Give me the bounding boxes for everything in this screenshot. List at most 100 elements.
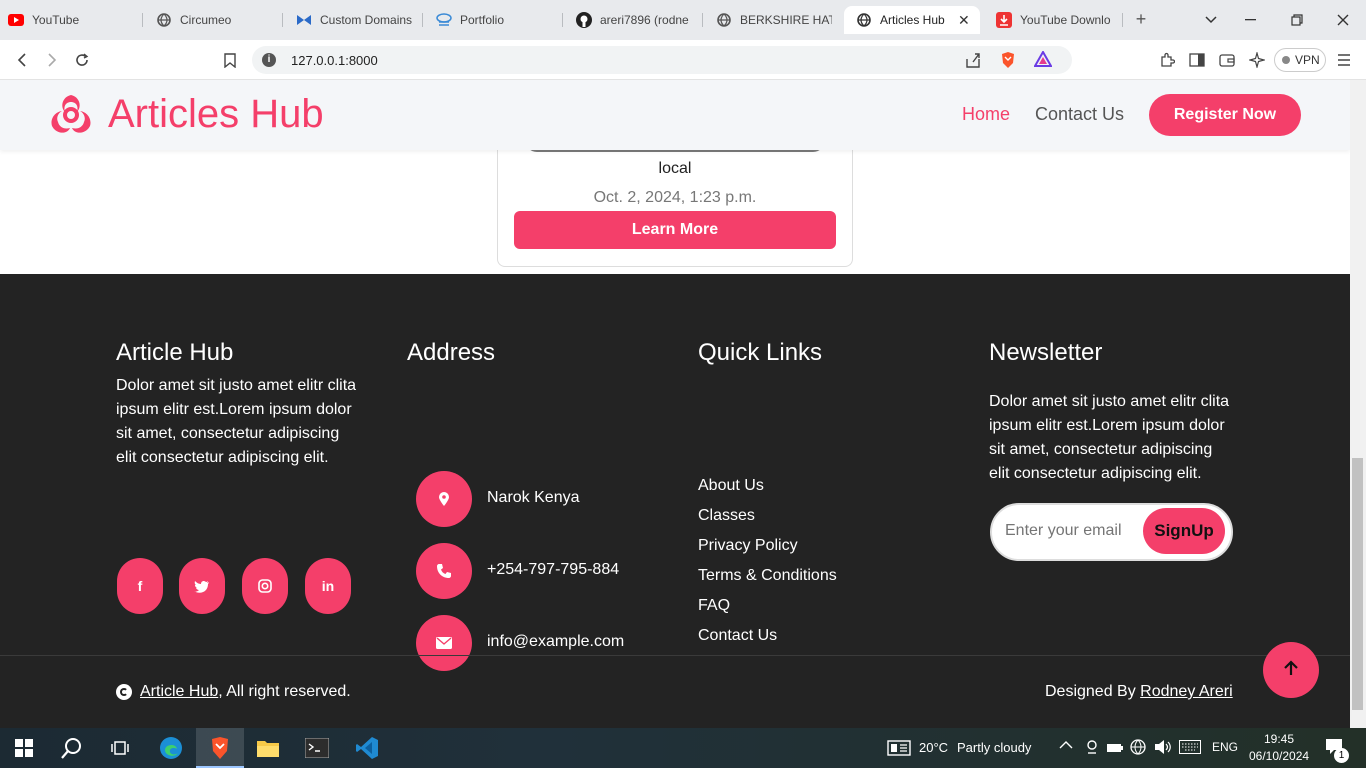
phone-icon [416,543,472,599]
tab-berkshire[interactable]: BERKSHIRE HATH [716,6,832,34]
nav-home-link[interactable]: Home [962,104,1010,125]
footer-phone: +254-797-795-884 [487,561,620,578]
clock-time[interactable]: 19:45 [1264,732,1294,746]
tab-label: BERKSHIRE HATH [740,13,832,27]
brand-title[interactable]: Articles Hub [108,92,324,137]
info-icon[interactable]: i [262,53,276,67]
quicklink-terms[interactable]: Terms & Conditions [698,567,837,585]
camera-mic-icon[interactable] [1085,739,1099,758]
tab-github[interactable]: areri7896 (rodne [576,6,692,34]
tab-strip: YouTube Circumeo Custom Domains Portfoli… [0,0,1366,40]
search-icon[interactable] [60,736,84,760]
globe-icon [856,12,872,28]
keyboard-icon[interactable] [1179,740,1201,757]
register-now-button[interactable]: Register Now [1149,94,1301,136]
reload-icon[interactable] [72,50,92,70]
tab-youtube-downloader[interactable]: YouTube Downlo [996,6,1112,34]
custom-domains-icon [296,12,312,28]
brave-browser-icon[interactable] [208,736,232,760]
quicklink-contact-us[interactable]: Contact Us [698,627,777,645]
forward-icon[interactable] [42,50,62,70]
tab-circumeo[interactable]: Circumeo [156,6,284,34]
menu-icon[interactable] [1334,50,1354,70]
address-bar[interactable]: i 127.0.0.1:8000 [252,46,1072,74]
bookmark-icon[interactable] [220,50,240,70]
signup-button[interactable]: SignUp [1143,508,1225,554]
back-to-top-button[interactable] [1263,642,1319,698]
weather-desc[interactable]: Partly cloudy [957,740,1031,755]
file-explorer-icon[interactable] [256,736,280,760]
close-window-icon[interactable] [1333,10,1353,30]
youtube-icon [8,12,24,28]
back-icon[interactable] [12,50,32,70]
share-icon[interactable] [964,51,982,74]
new-tab-icon[interactable]: + [1131,9,1151,29]
vpn-button[interactable]: VPN [1274,48,1326,72]
extensions-icon[interactable] [1157,50,1177,70]
tab-label: YouTube Downlo [1020,13,1111,27]
restore-icon[interactable] [1287,10,1307,30]
chevron-up-icon[interactable] [1059,738,1073,753]
leo-ai-icon[interactable] [1247,50,1267,70]
quicklink-classes[interactable]: Classes [698,507,755,525]
article-author: local [658,160,692,177]
battery-icon[interactable] [1107,741,1123,756]
close-tab-icon[interactable]: ✕ [958,12,970,29]
nav-contact-link[interactable]: Contact Us [1035,104,1124,125]
quicklink-faq[interactable]: FAQ [698,597,730,615]
scrollbar-thumb[interactable] [1352,458,1363,710]
footer-email: info@example.com [487,633,625,650]
footer-about-title: Article Hub [116,339,234,366]
arrow-up-icon [1284,659,1298,681]
tab-label: Circumeo [180,13,232,27]
quicklink-privacy-policy[interactable]: Privacy Policy [698,537,798,555]
copyright: Article Hub , All right reserved. [116,683,351,701]
footer-location: Narok Kenya [487,489,580,506]
copyright-link[interactable]: Article Hub [140,683,218,701]
biohazard-logo-icon[interactable] [48,93,94,142]
windows-start-icon[interactable] [12,736,36,760]
text-line: ipsum elitr est.Lorem ipsum dolor [116,401,352,418]
taskbar: 20°C Partly cloudy ENG 19:45 06/10/2024 … [0,728,1366,768]
weather-temp[interactable]: 20°C [919,740,948,755]
tab-custom-domains[interactable]: Custom Domains [296,6,412,34]
task-view-icon[interactable] [108,736,132,760]
instagram-icon[interactable] [242,558,288,614]
minimize-icon[interactable] [1241,10,1261,30]
site-footer: Article Hub Dolor amet sit justo amet el… [0,274,1350,728]
globe-icon [156,12,172,28]
terminal-icon[interactable] [305,736,329,760]
network-globe-icon[interactable] [1130,739,1146,758]
footer-about-text: Dolor amet sit justo amet elitr clita ip… [116,374,376,470]
vscode-icon[interactable] [355,736,379,760]
wallet-icon[interactable] [1217,50,1237,70]
newsletter-email-input[interactable] [1005,516,1139,546]
brave-shield-icon[interactable] [1000,51,1016,74]
tab-label: areri7896 (rodne [600,13,689,27]
tab-search-icon[interactable] [1201,10,1221,30]
quicklink-about-us[interactable]: About Us [698,477,764,495]
linkedin-icon[interactable]: in [305,558,351,614]
learn-more-button[interactable]: Learn More [514,211,836,249]
text-line: sit amet, consectetur adipiscing [989,441,1213,458]
weather-icon[interactable] [887,739,911,762]
portfolio-icon [436,12,452,28]
edge-icon[interactable] [159,736,183,760]
facebook-icon[interactable]: f [117,558,163,614]
tab-portfolio[interactable]: Portfolio [436,6,560,34]
tab-youtube[interactable]: YouTube [8,6,138,34]
clock-date[interactable]: 06/10/2024 [1249,749,1309,763]
volume-icon[interactable] [1154,739,1172,758]
language-indicator[interactable]: ENG [1212,740,1238,754]
designed-by: Designed By Rodney Areri [1045,683,1233,701]
designer-link[interactable]: Rodney Areri [1140,683,1233,700]
sidebar-icon[interactable] [1187,50,1207,70]
url-text[interactable]: 127.0.0.1:8000 [291,53,378,68]
tab-articles-hub[interactable]: Articles Hub ✕ [844,6,980,34]
brave-rewards-icon[interactable] [1033,49,1053,72]
github-icon [576,12,592,28]
location-pin-icon [416,471,472,527]
designed-by-text: Designed By [1045,683,1141,700]
twitter-icon[interactable] [179,558,225,614]
vpn-status-icon [1282,56,1290,64]
